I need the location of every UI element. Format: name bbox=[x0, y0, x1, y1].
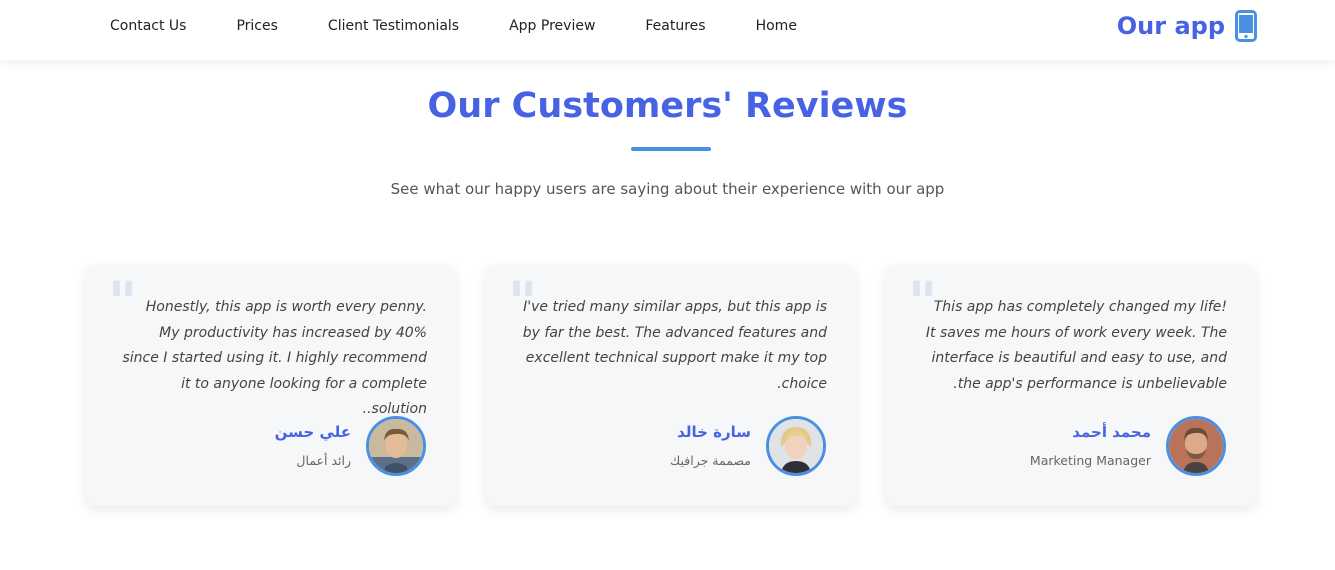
reviewer-role: Marketing Manager bbox=[1029, 453, 1151, 468]
mobile-phone-icon bbox=[1235, 10, 1257, 42]
title-underline bbox=[631, 147, 711, 151]
review-text: I've tried many similar apps, but this a… bbox=[522, 299, 827, 392]
section-title: Our Customers' Reviews bbox=[427, 86, 908, 126]
nav-link-prices[interactable]: Prices bbox=[236, 18, 277, 34]
nav-link-contact-us[interactable]: Contact Us bbox=[110, 18, 186, 34]
navbar: Contact Us Prices Client Testimonials Ap… bbox=[0, 0, 1335, 60]
brand-logo[interactable]: Our app bbox=[1117, 8, 1257, 44]
reviewer-name: سارة خالد bbox=[677, 423, 751, 441]
review-text: Honestly, this app is worth every penny.… bbox=[122, 299, 427, 417]
avatar bbox=[1166, 416, 1226, 476]
reviews-list: " Honestly, this app is worth every penn… bbox=[86, 265, 1256, 506]
review-text: This app has completely changed my life!… bbox=[925, 299, 1227, 392]
nav-links: Contact Us Prices Client Testimonials Ap… bbox=[110, 0, 847, 52]
nav-link-features[interactable]: Features bbox=[645, 18, 705, 34]
reviewer-role: رائد أعمال bbox=[296, 453, 351, 468]
nav-link-client-testimonials[interactable]: Client Testimonials bbox=[328, 18, 459, 34]
brand-name: Our app bbox=[1116, 12, 1225, 40]
reviewer-role: مصممة جرافيك bbox=[669, 453, 751, 468]
nav-link-app-preview[interactable]: App Preview bbox=[509, 18, 595, 34]
nav-link-home[interactable]: Home bbox=[756, 18, 797, 34]
review-card: " This app has completely changed my lif… bbox=[886, 265, 1256, 506]
reviewer-name: علي حسن bbox=[274, 423, 351, 441]
section-subtitle: See what our happy users are saying abou… bbox=[390, 180, 945, 198]
reviewer-name: محمد أحمد bbox=[1072, 423, 1151, 441]
avatar bbox=[366, 416, 426, 476]
review-card: " Honestly, this app is worth every penn… bbox=[86, 265, 456, 506]
review-card: " I've tried many similar apps, but this… bbox=[486, 265, 856, 506]
avatar bbox=[766, 416, 826, 476]
